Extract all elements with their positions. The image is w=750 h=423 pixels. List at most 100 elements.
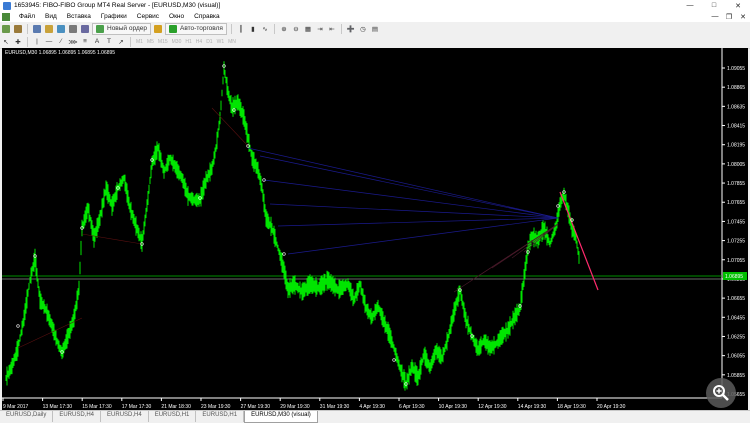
arrows-icon[interactable]: ↗ [116, 37, 126, 47]
menu-help[interactable]: Справка [189, 13, 225, 20]
menu-file[interactable]: Файл [14, 13, 40, 20]
terminal-icon[interactable] [68, 24, 78, 34]
title-bar: 1653945: FIBO-FIBO Group MT4 Real Server… [0, 0, 750, 11]
child-minimize-button[interactable]: — [708, 13, 722, 20]
minimize-button[interactable]: — [678, 0, 702, 11]
chart-tabs: EURUSD,Daily EURUSD,H4 EURUSD,H4 EURUSD,… [0, 410, 750, 423]
timeframe-w1[interactable]: W1 [215, 39, 227, 45]
price-label: 1.06255 [727, 334, 745, 340]
zoom-out-icon[interactable]: ⊖ [291, 24, 301, 34]
new-order-label: Новый ордер [107, 25, 147, 32]
label-icon[interactable]: T [104, 37, 114, 47]
timeframe-m1[interactable]: M1 [134, 39, 145, 45]
menu-bar: Файл Вид Вставка Графики Сервис Окно Спр… [0, 11, 750, 22]
auto-scroll-icon[interactable]: ⇥ [315, 24, 325, 34]
data-window-icon[interactable] [44, 24, 54, 34]
horizontal-line-icon[interactable]: — [44, 37, 54, 47]
price-label: 1.08865 [727, 85, 745, 91]
strategy-tester-icon[interactable] [80, 24, 90, 34]
timeframe-d1[interactable]: D1 [204, 39, 214, 45]
menu-charts[interactable]: Графики [96, 13, 132, 20]
fan-line [287, 217, 559, 255]
price-label: 1.06055 [727, 354, 745, 360]
timeframe-m5[interactable]: M5 [145, 39, 156, 45]
menu-window[interactable]: Окно [164, 13, 189, 20]
menu-insert[interactable]: Вставка [62, 13, 96, 20]
chart-shift-icon[interactable]: ⇤ [327, 24, 337, 34]
pivot-marker [282, 252, 286, 256]
fan-line [247, 147, 559, 219]
chart-area[interactable]: 1.09055 1.08865 1.08635 1.08415 1.08195 1.080… [2, 48, 748, 410]
pivot-marker [392, 358, 396, 362]
price-label: 1.05855 [727, 373, 745, 379]
indicators-icon[interactable]: ➕ [346, 24, 356, 34]
tab-eurusd-h4[interactable]: EURUSD,H4 [53, 411, 102, 422]
periods-icon[interactable]: ◷ [358, 24, 368, 34]
menu-view[interactable]: Вид [40, 13, 62, 20]
price-label: 1.08195 [727, 143, 745, 149]
price-label: 1.07855 [727, 181, 745, 187]
zoom-in-icon[interactable]: ⊕ [279, 24, 289, 34]
magnifier-plus-icon [713, 385, 729, 401]
tab-eurusd-daily[interactable]: EURUSD,Daily [0, 411, 54, 422]
price-label: 1.06455 [727, 315, 745, 321]
price-chart[interactable]: 1.09055 1.08865 1.08635 1.08415 1.08195 1.080… [2, 48, 748, 410]
text-icon[interactable]: A [92, 37, 102, 47]
channel-icon[interactable]: ⋙ [68, 37, 78, 47]
app-icon [3, 1, 11, 10]
child-close-button[interactable]: ✕ [736, 13, 750, 21]
tab-eurusd-m30-visual[interactable]: EURUSD,M30 (visual) [244, 411, 318, 423]
new-chart-icon[interactable] [1, 24, 11, 34]
price-label: 1.06655 [727, 296, 745, 302]
standard-toolbar: Новый ордер Авто-торговля ┃ ▮ ∿ ⊕ ⊖ ▦ ⇥ … [0, 22, 750, 36]
market-watch-icon[interactable] [32, 24, 42, 34]
current-price-label: 1.06895 [725, 274, 743, 280]
tab-eurusd-h4-2[interactable]: EURUSD,H4 [101, 411, 149, 422]
child-restore-button[interactable]: ❐ [722, 13, 736, 21]
line-chart-icon[interactable]: ∿ [260, 24, 270, 34]
price-label: 1.07255 [727, 239, 745, 245]
profiles-icon[interactable] [13, 24, 23, 34]
chart-window-icon[interactable] [2, 12, 10, 21]
objects-toolbar: ↖ ✚ | — ∕ ⋙ ≡ A T ↗ M1 M5 M15 M30 H1 H4 … [0, 35, 750, 49]
price-label: 1.08415 [727, 124, 745, 130]
trendline-icon[interactable]: ∕ [56, 37, 66, 47]
fan-line-lower [491, 223, 559, 269]
tab-eurusd-h1-2[interactable]: EURUSD,H1 [196, 411, 245, 422]
timeframe-m15[interactable]: M15 [156, 39, 170, 45]
new-order-button[interactable]: Новый ордер [92, 22, 151, 35]
price-label: 1.09055 [727, 66, 745, 72]
navigator-icon[interactable] [56, 24, 66, 34]
timeframe-h4[interactable]: H4 [194, 39, 204, 45]
price-candles [5, 61, 580, 391]
maximize-button[interactable]: □ [702, 0, 726, 11]
templates-icon[interactable]: ▤ [370, 24, 380, 34]
vertical-line-icon[interactable]: | [32, 37, 42, 47]
autotrading-button[interactable]: Авто-торговля [164, 22, 227, 35]
cursor-icon[interactable]: ↖ [1, 37, 11, 47]
close-button[interactable]: ✕ [726, 0, 750, 11]
menu-tools[interactable]: Сервис [132, 13, 164, 20]
tab-eurusd-h1[interactable]: EURUSD,H1 [149, 411, 197, 422]
price-label: 1.07055 [727, 258, 745, 264]
fan-line [269, 203, 559, 219]
price-label: 1.08005 [727, 162, 745, 168]
timeframe-mn[interactable]: MN [226, 39, 238, 45]
candlestick-icon[interactable]: ▮ [248, 24, 258, 34]
fan-line [277, 217, 559, 227]
symbol-label: EURUSD,M30 1.06895 1.06895 1.06895 1.068… [5, 50, 116, 56]
bar-chart-icon[interactable]: ┃ [236, 24, 246, 34]
zoom-button[interactable] [706, 378, 736, 408]
projection-line [559, 191, 599, 291]
tile-windows-icon[interactable]: ▦ [303, 24, 313, 34]
pivot-marker [16, 324, 20, 328]
timeframe-h1[interactable]: H1 [183, 39, 193, 45]
fibonacci-icon[interactable]: ≡ [80, 37, 90, 47]
price-label: 1.07655 [727, 200, 745, 206]
timeframe-m30[interactable]: M30 [170, 39, 184, 45]
autotrading-label: Авто-торговля [179, 25, 223, 32]
pattern-line [81, 233, 143, 245]
window-title: 1653945: FIBO-FIBO Group MT4 Real Server… [14, 2, 221, 9]
metaeditor-icon[interactable] [153, 24, 163, 34]
crosshair-icon[interactable]: ✚ [13, 37, 23, 47]
